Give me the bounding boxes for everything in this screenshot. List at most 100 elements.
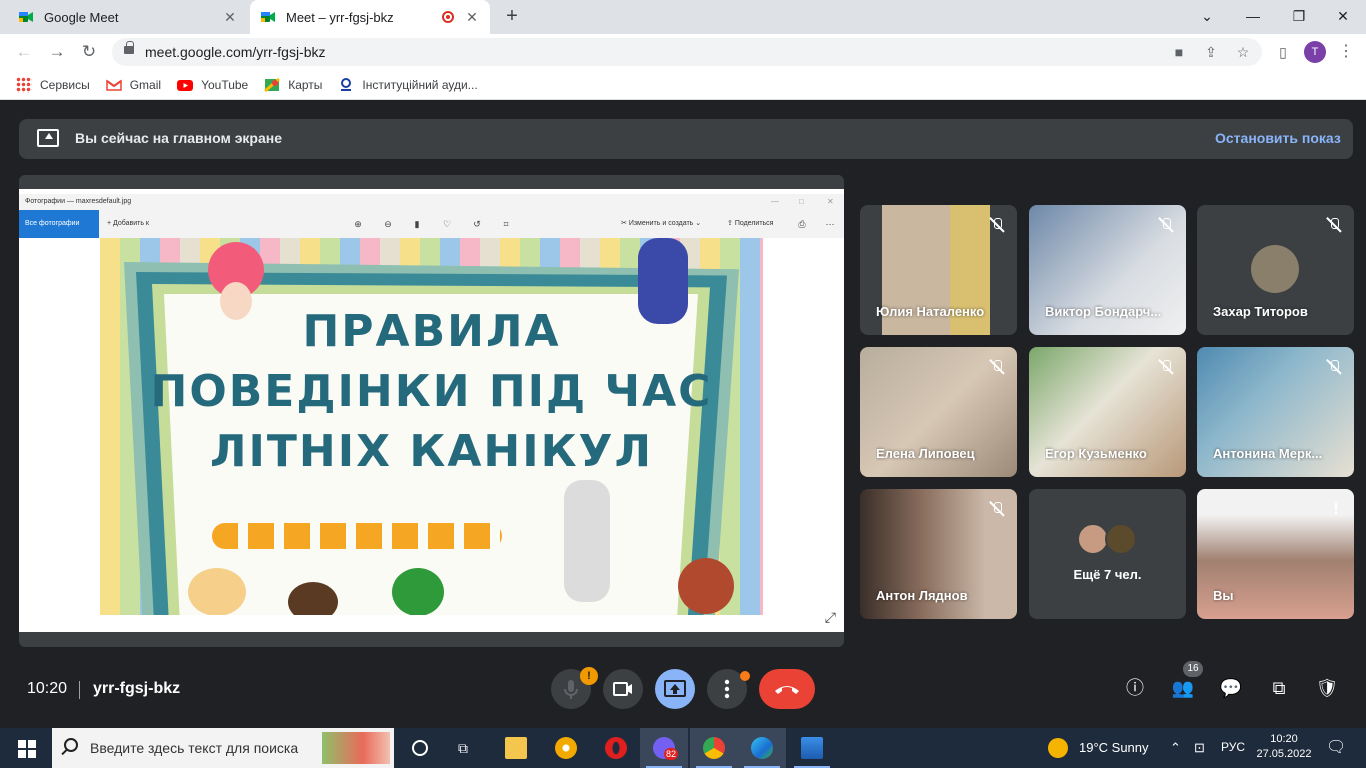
tab-google-meet[interactable]: Google Meet ✕ bbox=[8, 0, 248, 34]
address-bar[interactable]: meet.google.com/yrr-fgsj-bkz ■ ⇪ ☆ bbox=[112, 38, 1262, 66]
participant-tile[interactable]: Антон Ляднов bbox=[860, 489, 1017, 619]
rotate-icon[interactable]: ↺ bbox=[472, 219, 482, 229]
network-icon[interactable]: ⊡ bbox=[1194, 740, 1205, 756]
task-view-button[interactable]: ⧉ bbox=[444, 728, 492, 768]
tab-close-icon[interactable]: ✕ bbox=[464, 9, 480, 25]
more-participants-tile[interactable]: Ещё 7 чел. bbox=[1029, 489, 1186, 619]
close-window-button[interactable]: ✕ bbox=[1320, 0, 1366, 34]
favorite-heart-icon[interactable]: ♡ bbox=[442, 219, 452, 229]
apps-grid-icon bbox=[16, 76, 32, 93]
meet-call-area: Вы сейчас на главном экране Остановить п… bbox=[0, 101, 1366, 728]
people-icon[interactable]: 👥 bbox=[1170, 675, 1196, 701]
task-view-icon: ⧉ bbox=[458, 740, 468, 756]
clock-date: 27.05.2022 bbox=[1256, 748, 1312, 760]
yandex-browser-button[interactable] bbox=[542, 728, 590, 768]
bookmark-star-icon[interactable]: ☆ bbox=[1234, 44, 1252, 60]
share-page-icon[interactable]: ⇪ bbox=[1202, 44, 1220, 60]
edit-create-button[interactable]: ✂ Изменить и создать ⌄ bbox=[621, 210, 701, 238]
share-icon: ⇪ bbox=[727, 220, 735, 227]
opera-button[interactable] bbox=[592, 728, 640, 768]
bookmark-youtube[interactable]: YouTube bbox=[177, 77, 248, 93]
bookmark-institutional-audit[interactable]: Інституційний ауди... bbox=[338, 77, 478, 93]
side-panel-icon[interactable]: ▯ bbox=[1274, 44, 1292, 60]
self-tile[interactable]: ! Вы bbox=[1197, 489, 1354, 619]
participant-tile[interactable]: Елена Липовец bbox=[860, 347, 1017, 477]
add-to-button[interactable]: + Добавить к bbox=[107, 210, 149, 238]
photos-minimize-icon[interactable]: — bbox=[771, 197, 779, 206]
viber-button[interactable]: 82 bbox=[640, 728, 688, 768]
tab-title: Google Meet bbox=[44, 9, 119, 25]
mic-muted-icon bbox=[989, 501, 1005, 517]
chrome-icon bbox=[703, 737, 725, 759]
leave-call-button[interactable] bbox=[759, 669, 815, 709]
browser-tab-strip: Google Meet ✕ Meet – yrr-fgsj-bkz ✕ + ⌄ … bbox=[0, 0, 1366, 34]
mic-muted-icon bbox=[1326, 217, 1342, 233]
print-icon[interactable]: ⎙ bbox=[797, 219, 807, 229]
taskbar-search-box[interactable]: Введите здесь текст для поиска bbox=[52, 728, 394, 768]
present-now-button[interactable] bbox=[655, 669, 695, 709]
camera-in-use-icon[interactable]: ■ bbox=[1170, 44, 1188, 60]
bookmark-services[interactable]: Сервисы bbox=[16, 76, 90, 93]
chat-icon[interactable]: 💬 bbox=[1218, 675, 1244, 701]
weather-text[interactable]: 19°C Sunny bbox=[1079, 740, 1149, 755]
photos-app-button[interactable] bbox=[788, 728, 836, 768]
tab-search-chevron-icon[interactable]: ⌄ bbox=[1184, 0, 1230, 34]
zoom-in-icon[interactable]: ⊕ bbox=[353, 219, 363, 229]
photos-toolbar: Все фотографии + Добавить к ⊕ ⊖ ▮ ♡ ↺ ⌗ … bbox=[19, 210, 844, 238]
windows-start-icon[interactable] bbox=[18, 740, 36, 758]
profile-avatar[interactable]: T bbox=[1304, 41, 1326, 63]
chrome-menu-icon[interactable]: ⋮ bbox=[1338, 40, 1354, 64]
host-controls-icon[interactable]: 🛡 bbox=[1314, 675, 1340, 701]
minimize-button[interactable]: — bbox=[1230, 0, 1276, 34]
participant-tile[interactable]: Юлия Наталенко bbox=[860, 205, 1017, 335]
zoom-out-icon[interactable]: ⊖ bbox=[383, 219, 393, 229]
participant-tile[interactable]: Захар Титоров bbox=[1197, 205, 1354, 335]
cortana-button[interactable] bbox=[396, 728, 444, 768]
recording-indicator-icon bbox=[442, 11, 454, 23]
bookmark-maps[interactable]: Карты bbox=[264, 77, 322, 93]
input-language[interactable]: РУС bbox=[1221, 740, 1245, 754]
bookmark-gmail[interactable]: Gmail bbox=[105, 77, 161, 93]
back-icon[interactable]: ← bbox=[12, 40, 36, 64]
crop-icon[interactable]: ⌗ bbox=[501, 219, 511, 229]
photo-share-button[interactable]: ⇪ Поделиться bbox=[727, 210, 773, 238]
search-placeholder: Введите здесь текст для поиска bbox=[90, 740, 299, 756]
all-photos-button[interactable]: Все фотографии bbox=[19, 210, 99, 238]
photos-icon bbox=[801, 737, 823, 759]
participant-name: Антон Ляднов bbox=[876, 588, 968, 603]
edit-icon: ✂ bbox=[621, 220, 629, 227]
tray-chevron-up-icon[interactable]: ⌃ bbox=[1170, 740, 1181, 756]
tab-meet-call[interactable]: Meet – yrr-fgsj-bkz ✕ bbox=[250, 0, 490, 34]
notifications-icon[interactable]: 🗨 bbox=[1326, 737, 1346, 757]
restore-button[interactable]: ❐ bbox=[1276, 0, 1322, 34]
new-tab-button[interactable]: + bbox=[500, 6, 524, 28]
participant-tile[interactable]: Антонина Мерк... bbox=[1197, 347, 1354, 477]
participant-tile[interactable]: Виктор Бондарч... bbox=[1029, 205, 1186, 335]
present-screen-icon bbox=[37, 129, 59, 147]
cartoon-emoji-row-illustration bbox=[212, 523, 502, 549]
reload-icon[interactable]: ↻ bbox=[77, 40, 101, 64]
forward-icon[interactable]: → bbox=[45, 40, 69, 64]
stop-presenting-button[interactable]: Остановить показ bbox=[1215, 130, 1353, 146]
file-explorer-button[interactable] bbox=[492, 728, 540, 768]
tab-close-icon[interactable]: ✕ bbox=[222, 9, 238, 25]
cartoon-kid-illustration bbox=[392, 568, 444, 615]
participant-name: Елена Липовец bbox=[876, 446, 975, 461]
participant-name: Юлия Наталенко bbox=[876, 304, 985, 319]
weather-sun-icon bbox=[1048, 738, 1068, 758]
edge-button[interactable] bbox=[738, 728, 786, 768]
chrome-button[interactable] bbox=[690, 728, 738, 768]
meeting-details-info-icon[interactable]: ⓘ bbox=[1122, 675, 1148, 701]
more-participants-label: Ещё 7 чел. bbox=[1073, 567, 1142, 582]
system-clock[interactable]: 10:20 27.05.2022 bbox=[1256, 732, 1312, 762]
delete-icon[interactable]: ▮ bbox=[412, 219, 422, 229]
more-options-icon[interactable]: ⋯ bbox=[825, 219, 835, 229]
alert-icon: ! bbox=[1333, 501, 1339, 518]
photos-close-icon[interactable]: ✕ bbox=[827, 197, 834, 206]
fullscreen-expand-icon[interactable]: ⤢ bbox=[825, 609, 836, 626]
participant-tile[interactable]: Егор Кузьменко bbox=[1029, 347, 1186, 477]
photos-maximize-icon[interactable]: □ bbox=[799, 197, 804, 206]
bookmark-label: Карты bbox=[288, 77, 323, 92]
activities-icon[interactable]: ⧉ bbox=[1266, 675, 1292, 701]
camera-button[interactable] bbox=[603, 669, 643, 709]
